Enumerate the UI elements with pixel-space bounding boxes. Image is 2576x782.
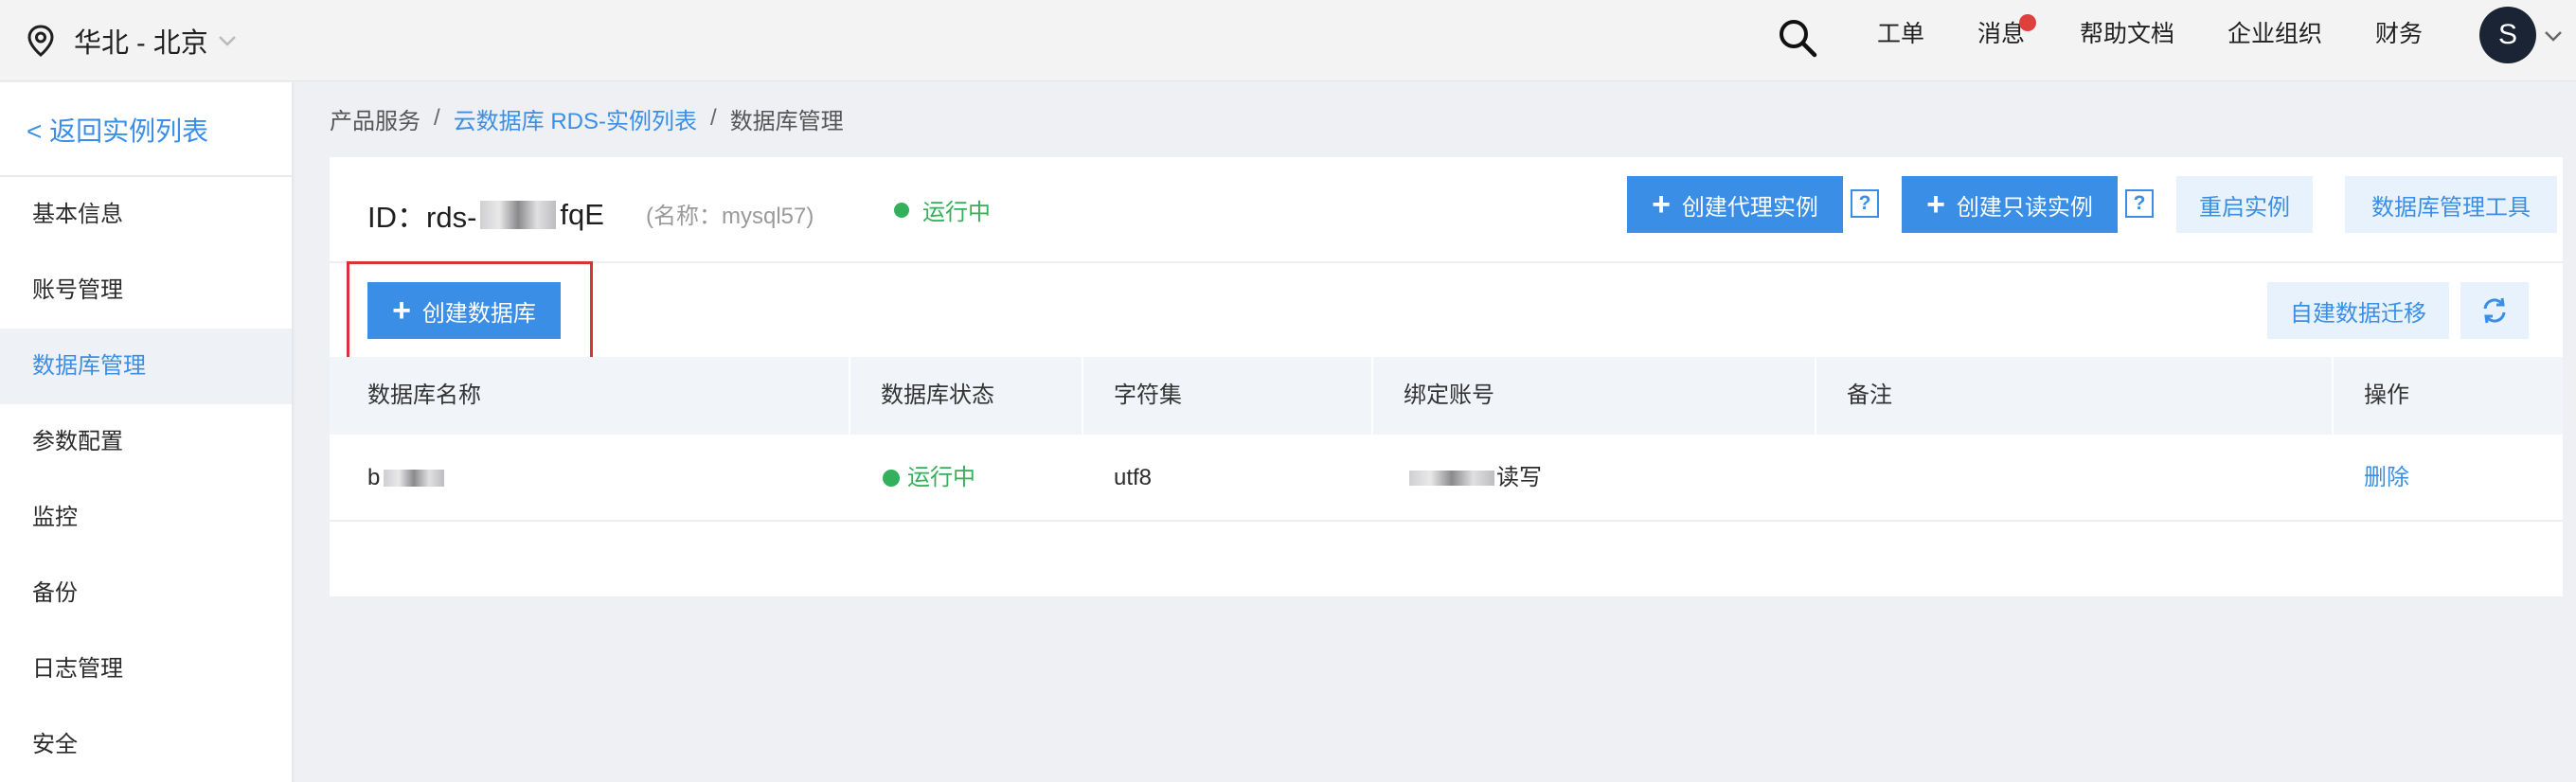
column-header-charset: 字符集 [1114, 382, 1182, 408]
sidebar-item-monitoring[interactable]: 监控 [0, 480, 292, 556]
chevron-down-icon[interactable] [2544, 30, 2563, 42]
restart-instance-button[interactable]: 重启实例 [2176, 176, 2313, 233]
column-divider [1082, 357, 1083, 435]
redacted-region [1409, 471, 1494, 486]
plus-icon: + [1652, 187, 1671, 222]
redacted-region [480, 200, 557, 229]
top-bar: 华北 - 北京 工单 消息 帮助文档 企业组织 财务 S [0, 0, 2576, 81]
sidebar-item-accounts[interactable]: 账号管理 [0, 253, 292, 329]
create-readonly-instance-label: 创建只读实例 [1956, 194, 2093, 221]
db-status-text: 运行中 [907, 465, 975, 490]
instance-id-prefix: ID：rds- [367, 201, 477, 234]
sidebar: < 返回实例列表 基本信息 账号管理 数据库管理 参数配置 监控 备份 日志管理… [0, 82, 292, 782]
instance-status: 运行中 [894, 193, 991, 226]
sidebar-item-backup[interactable]: 备份 [0, 556, 292, 631]
cell-charset: utf8 [1114, 465, 1153, 490]
sidebar-shadow [292, 82, 295, 782]
cell-db-status: 运行中 [883, 435, 975, 522]
delete-database-link[interactable]: 删除 [2364, 435, 2409, 522]
database-management-panel: ID：rds- fqE (名称：mysql57) 运行中 + 创建代理实例 ? … [330, 157, 2563, 596]
db-name-text: b [367, 465, 381, 490]
column-divider [849, 357, 850, 435]
status-dot-icon [894, 202, 909, 218]
self-built-migration-button[interactable]: 自建数据迁移 [2267, 282, 2449, 339]
column-header-actions: 操作 [2364, 382, 2409, 408]
table-row: b 运行中 utf8 读写 删除 [330, 435, 2563, 522]
instance-id: ID：rds- fqE [367, 193, 604, 236]
highlight-box [347, 261, 593, 360]
user-avatar[interactable]: S [2479, 7, 2536, 63]
top-link-tickets[interactable]: 工单 [1877, 17, 1924, 51]
cell-bound-account: 读写 [1405, 435, 1542, 522]
region-label: 华北 - 北京 [74, 28, 208, 59]
breadcrumb-separator: / [434, 105, 440, 131]
instance-status-label: 运行中 [922, 200, 991, 225]
unread-badge [2019, 14, 2036, 31]
cell-db-name: b [367, 435, 448, 522]
plus-icon: + [1926, 187, 1945, 222]
redacted-region [384, 470, 445, 487]
search-icon[interactable] [1777, 17, 1818, 59]
database-management-tool-button[interactable]: 数据库管理工具 [2345, 176, 2557, 233]
column-divider [2332, 357, 2334, 435]
top-link-finance[interactable]: 财务 [2375, 17, 2423, 51]
refresh-button[interactable] [2460, 282, 2529, 339]
column-header-db-status: 数据库状态 [881, 382, 994, 408]
column-header-bound-account: 绑定账号 [1404, 382, 1494, 408]
region-selector[interactable]: 华北 - 北京 [27, 17, 237, 64]
sidebar-item-parameters[interactable]: 参数配置 [0, 404, 292, 480]
panel-divider [330, 261, 2563, 263]
breadcrumb-item-current: 数据库管理 [729, 108, 844, 134]
column-divider [1815, 357, 1816, 435]
location-pin-icon [27, 25, 54, 57]
column-divider [1371, 357, 1373, 435]
bound-account-text: 读写 [1496, 465, 1542, 490]
help-icon[interactable]: ? [2125, 189, 2154, 218]
top-link-help-docs[interactable]: 帮助文档 [2080, 17, 2174, 51]
column-header-remark: 备注 [1847, 382, 1892, 408]
breadcrumb-separator: / [710, 105, 717, 131]
sidebar-item-security[interactable]: 安全 [0, 707, 292, 782]
breadcrumb-item-products[interactable]: 产品服务 [330, 102, 420, 135]
back-to-instance-list-link[interactable]: < 返回实例列表 [27, 111, 208, 149]
create-readonly-instance-button[interactable]: + 创建只读实例 [1902, 176, 2118, 233]
breadcrumb-item-instance-list[interactable]: 云数据库 RDS-实例列表 [454, 102, 697, 135]
create-proxy-instance-label: 创建代理实例 [1681, 194, 1818, 221]
help-icon[interactable]: ? [1851, 189, 1879, 218]
top-link-messages[interactable]: 消息 [1977, 17, 2025, 51]
status-dot-icon [883, 470, 900, 487]
column-header-db-name: 数据库名称 [367, 382, 481, 408]
create-proxy-instance-button[interactable]: + 创建代理实例 [1627, 176, 1843, 233]
breadcrumb: 产品服务 / 云数据库 RDS-实例列表 / 数据库管理 [330, 102, 844, 134]
instance-name: (名称：mysql57) [646, 204, 814, 229]
refresh-icon [2483, 297, 2506, 324]
sidebar-item-database-management[interactable]: 数据库管理 [0, 329, 292, 404]
top-link-organization[interactable]: 企业组织 [2227, 17, 2322, 51]
table-header: 数据库名称 数据库状态 字符集 绑定账号 备注 操作 [330, 357, 2563, 435]
sidebar-item-logs[interactable]: 日志管理 [0, 631, 292, 707]
instance-id-suffix: fqE [560, 197, 604, 231]
chevron-down-icon [218, 36, 236, 46]
sidebar-item-basic-info[interactable]: 基本信息 [0, 177, 292, 253]
